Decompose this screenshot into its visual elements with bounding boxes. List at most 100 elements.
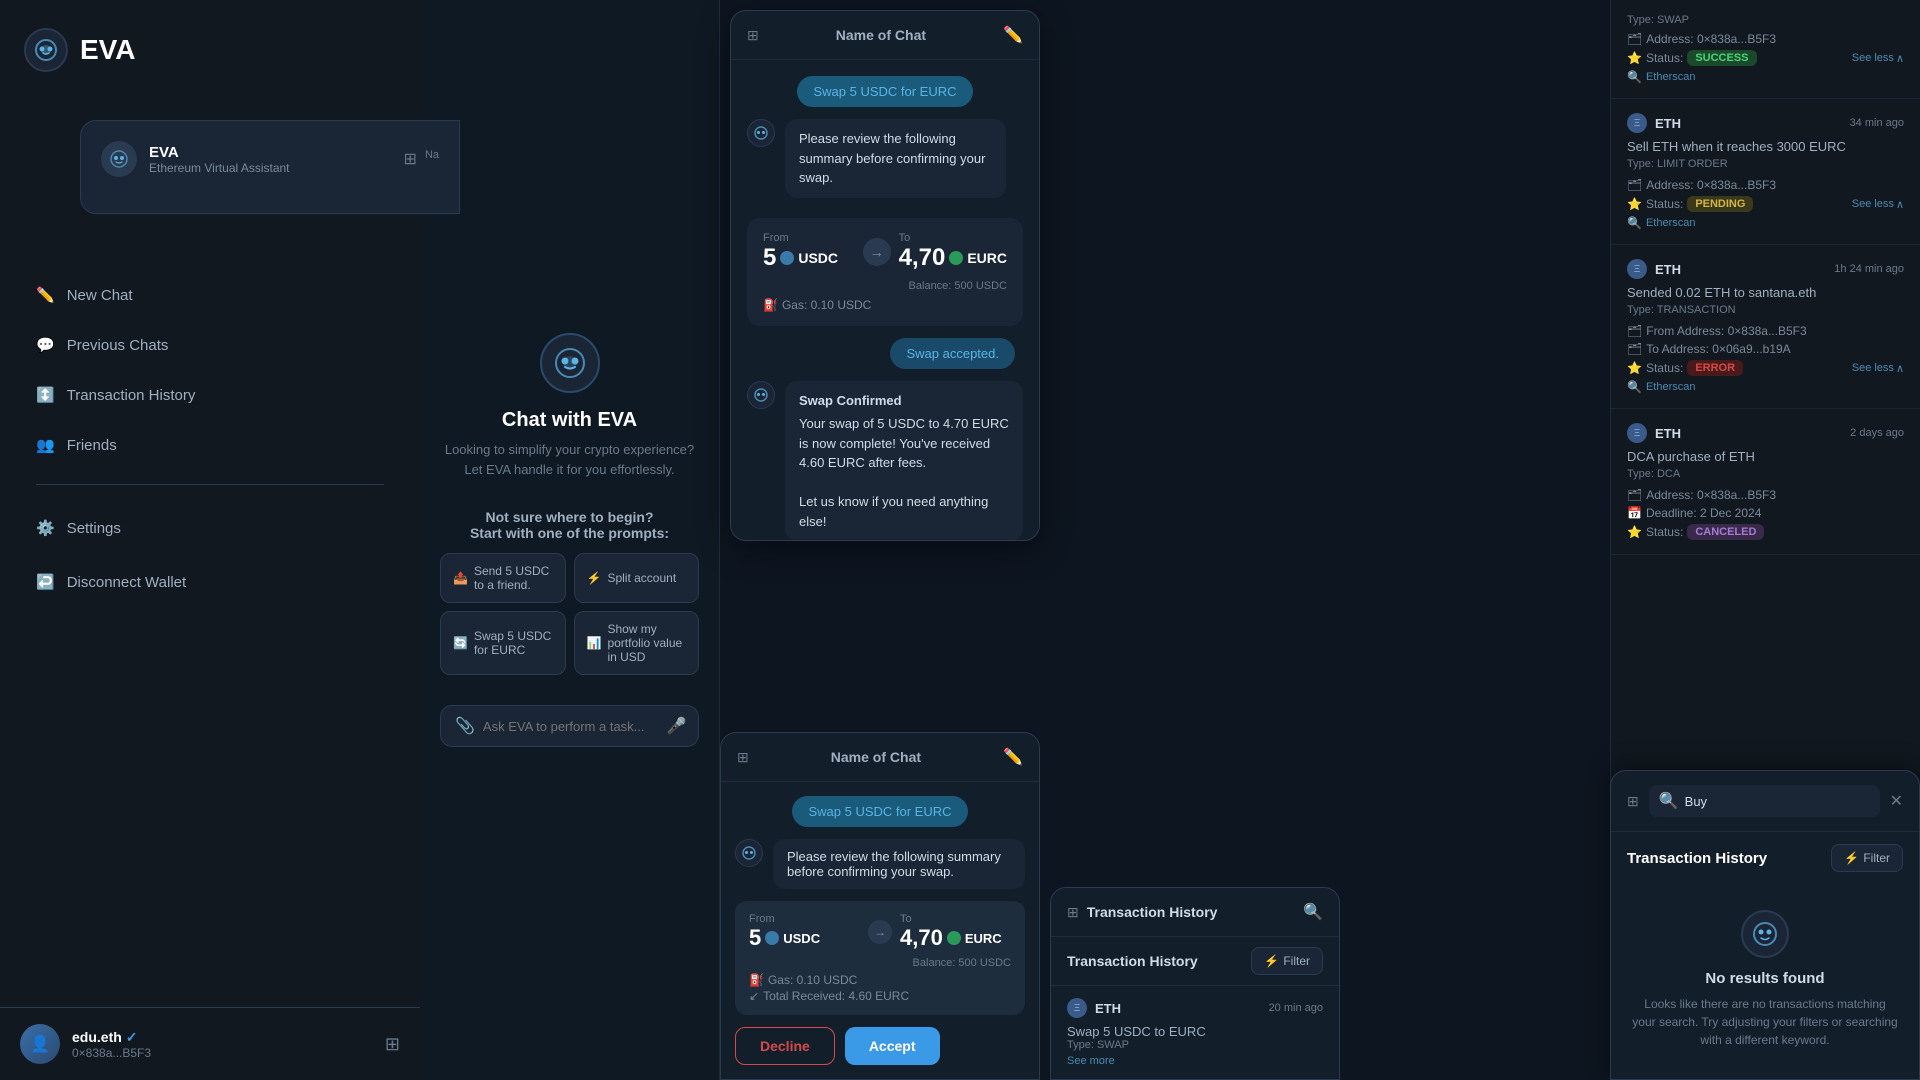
prompt-send[interactable]: 📤 Send 5 USDC to a friend. [440,553,566,603]
swap-arrow: → [863,238,891,266]
sidebar-footer: 👤 edu.eth ✓ 0×838a...B5F3 ⊞ [0,1007,420,1080]
gas-bottom: ⛽ Gas: 0.10 USDC [749,973,1011,987]
etherscan-label-1: 🔍 Etherscan [1627,216,1695,230]
grid-icon[interactable]: ⊞ [404,149,417,169]
status-badge-1: PENDING [1687,196,1753,212]
sidebar-item-friends[interactable]: 👥 Friends [20,422,400,468]
sidebar-item-transaction-history[interactable]: ↕️ Transaction History [20,372,400,418]
see-less-1[interactable]: See less ∧ [1852,198,1904,211]
chat-window-main: ⊞ Name of Chat ✏️ Swap 5 USDC for EURC P… [730,10,1040,541]
tx-small-filter-title: Transaction History [1067,953,1198,969]
search-panel-title: Transaction History [1627,850,1767,867]
edit-icon-b[interactable]: ✏️ [1003,747,1023,767]
prompt-split[interactable]: ⚡ Split account [574,553,700,603]
chat-overlay-header: EVA Ethereum Virtual Assistant ⊞ Na [101,141,439,177]
tx-coin-2: ETH [1655,262,1681,277]
deadline-icon-3: 📅 [1627,506,1642,520]
search-filter-button[interactable]: ⚡ Filter [1831,844,1903,872]
tx-deadline-row-3: 📅 Deadline: 2 Dec 2024 [1627,506,1904,520]
tx-type-label-0: Type: SWAP [1627,14,1904,26]
prompt-swap[interactable]: 🔄 Swap 5 USDC for EURC [440,611,566,675]
from-section-bottom: From 5 USDC [749,913,860,951]
user-address: 0×838a...B5F3 [72,1046,151,1060]
close-search-button[interactable]: ✕ [1890,791,1903,811]
see-more-button[interactable]: See more [1067,1055,1323,1067]
etherscan-link-0[interactable]: Etherscan [1646,71,1696,83]
chat-with-eva-subtitle: Looking to simplify your crypto experien… [445,440,694,479]
sidebar-item-new-chat[interactable]: ✏️ New Chat [20,272,400,318]
accept-button[interactable]: Accept [845,1027,940,1065]
received-icon: ↙ [749,989,759,1003]
sidebar-item-settings[interactable]: ⚙️ Settings [20,505,400,551]
swap-confirmed-title: Swap Confirmed [799,391,1009,411]
bot-message-text: Please review the following summary befo… [785,119,1006,198]
edit-icon[interactable]: ✏️ [1003,25,1023,45]
tx-small-title: Transaction History [1087,904,1295,920]
portfolio-icon: 📊 [587,636,602,650]
to-address-text-2: To Address: 0×06a9...b19A [1646,342,1790,356]
to-label-bottom: To [900,913,1011,925]
eva-icon-large [540,333,600,393]
swap-to-amount: 4,70 EURC [899,244,1007,272]
address-text-1: Address: 0×838a...B5F3 [1646,178,1776,192]
from-address-label-2: 🗂 From Address: 0×838a...B5F3 [1627,324,1807,338]
settings-icon: ⚙️ [36,519,55,537]
sidebar-item-previous-chats[interactable]: 💬 Previous Chats [20,322,400,368]
previous-chats-icon: 💬 [36,336,55,354]
swap-arrow-bottom: → [868,920,892,944]
tx-time-small: 20 min ago [1269,1002,1323,1014]
address-icon: 🗂 [1627,32,1642,46]
user-info: edu.eth ✓ 0×838a...B5F3 [72,1029,151,1060]
new-chat-icon: ✏️ [36,286,55,304]
prompts-label: Not sure where to begin? Start with one … [470,509,669,541]
gas-icon: ⛽ [763,298,778,312]
prompt-portfolio[interactable]: 📊 Show my portfolio value in USD [574,611,700,675]
deadline-text-3: Deadline: 2 Dec 2024 [1646,506,1761,520]
swap-confirmed-body: Your swap of 5 USDC to 4.70 EURC is now … [799,414,1009,531]
qr-code-button[interactable]: ⊞ [385,1034,400,1055]
tx-etherscan-row-1: 🔍 Etherscan [1627,216,1904,230]
window-menu-icon[interactable]: ⊞ [747,27,759,44]
etherscan-icon-2: 🔍 [1627,380,1642,394]
chat-overlay-panel: EVA Ethereum Virtual Assistant ⊞ Na [80,120,460,214]
decline-button[interactable]: Decline [735,1027,835,1065]
no-results-title: No results found [1705,970,1824,987]
swap-card-bottom-header: From 5 USDC → To 4,70 [749,913,1011,951]
no-results-icon [1741,910,1789,958]
eth-dot-small: Ξ [1067,998,1087,1018]
sidebar-item-disconnect[interactable]: ↩️ Disconnect Wallet [20,559,400,605]
tx-details-2: 🗂 From Address: 0×838a...B5F3 🗂 To Addre… [1627,324,1904,394]
tx-coin-3: ETH [1655,426,1681,441]
settings-label: Settings [67,520,121,537]
tx-coin-1: ETH [1655,116,1681,131]
filter-icon: ⚡ [1264,954,1279,968]
sidebar-item-label: Transaction History [67,387,196,404]
status-label-0: ⭐ Status: SUCCESS [1627,50,1757,66]
tx-small-filter-button[interactable]: ⚡ Filter [1251,947,1323,975]
etherscan-link-1[interactable]: Etherscan [1646,217,1696,229]
address-icon-3: 🗂 [1627,488,1642,502]
paperclip-icon: 📎 [455,716,475,736]
to-section-bottom: To 4,70 EURC [900,913,1011,951]
main-content: Chat with EVA Looking to simplify your c… [420,0,1920,1080]
search-magnifier-icon: 🔍 [1659,791,1679,811]
tx-small-menu-icon[interactable]: ⊞ [1067,904,1079,921]
mic-icon[interactable]: 🎤 [667,716,687,736]
tx-status-row-0: ⭐ Status: SUCCESS See less ∧ [1627,50,1904,66]
disconnect-label: Disconnect Wallet [67,574,187,591]
tx-desc-2: Sended 0.02 ETH to santana.eth [1627,285,1904,300]
sidebar-item-label: Friends [67,437,117,454]
window-menu-icon-b[interactable]: ⊞ [737,749,749,766]
search-panel-menu-icon[interactable]: ⊞ [1627,793,1639,810]
search-input[interactable] [1685,794,1765,809]
see-less-2[interactable]: See less ∧ [1852,362,1904,375]
see-less-0[interactable]: See less ∧ [1852,52,1904,65]
etherscan-link-2[interactable]: Etherscan [1646,381,1696,393]
action-buttons-bottom: Decline Accept [735,1027,1025,1065]
tx-details-1: 🗂 Address: 0×838a...B5F3 ⭐ Status: PENDI… [1627,178,1904,230]
status-badge-2: ERROR [1687,360,1743,376]
chat-input[interactable] [483,719,659,734]
status-icon-1: ⭐ [1627,197,1642,211]
tx-etherscan-row-2: 🔍 Etherscan [1627,380,1904,394]
search-icon[interactable]: 🔍 [1303,902,1323,922]
